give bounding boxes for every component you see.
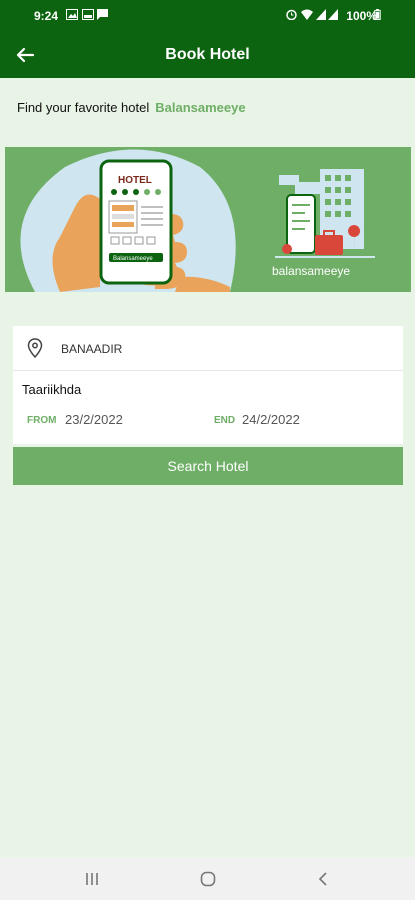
promo-banner: HOTEL Balansameeye balansameeye bbox=[5, 147, 411, 292]
home-circle-icon[interactable] bbox=[199, 870, 217, 888]
status-time: 9:24 bbox=[34, 9, 59, 23]
booking-form: BANAADIR Taariikhda FROM 23/2/2022 END 2… bbox=[13, 326, 403, 444]
chevron-left-icon[interactable] bbox=[315, 870, 333, 888]
message-icon bbox=[97, 9, 108, 20]
end-label: END bbox=[214, 415, 236, 426]
system-nav-bar bbox=[0, 857, 415, 900]
image-icon bbox=[82, 9, 94, 20]
location-value: BANAADIR bbox=[61, 342, 123, 356]
banner-caption: balansameeye bbox=[272, 264, 350, 278]
banner-badge-text: Balansameeye bbox=[113, 256, 153, 262]
search-hotel-button[interactable]: Search Hotel bbox=[13, 447, 403, 485]
end-date-field[interactable]: 24/2/2022 bbox=[242, 412, 300, 427]
wifi-icon bbox=[301, 9, 313, 20]
from-label: FROM bbox=[27, 415, 57, 426]
page-title: Book Hotel bbox=[165, 46, 250, 63]
brand-name: Balansameeye bbox=[155, 100, 246, 115]
status-bar: 9:24 100% bbox=[0, 0, 415, 32]
battery-percent: 100% bbox=[346, 9, 377, 23]
alarm-icon bbox=[286, 9, 297, 20]
hotel-booking-illustration: HOTEL Balansameeye balansameeye bbox=[20, 149, 375, 292]
dates-label: Taariikhda bbox=[22, 382, 82, 397]
battery-icon bbox=[374, 9, 381, 20]
signal-icon bbox=[316, 9, 326, 20]
location-field[interactable]: BANAADIR bbox=[13, 326, 403, 371]
from-date-field[interactable]: 23/2/2022 bbox=[65, 412, 123, 427]
hotel-sign: HOTEL bbox=[118, 175, 152, 186]
tagline: Find your favorite hotel Balansameeye bbox=[17, 100, 246, 115]
map-pin-icon bbox=[27, 338, 43, 358]
tagline-text: Find your favorite hotel bbox=[17, 100, 150, 115]
gallery-icon bbox=[66, 9, 78, 20]
recents-icon[interactable] bbox=[83, 870, 101, 888]
app-bar: Book Hotel bbox=[0, 32, 415, 78]
signal-2-icon bbox=[328, 9, 338, 20]
